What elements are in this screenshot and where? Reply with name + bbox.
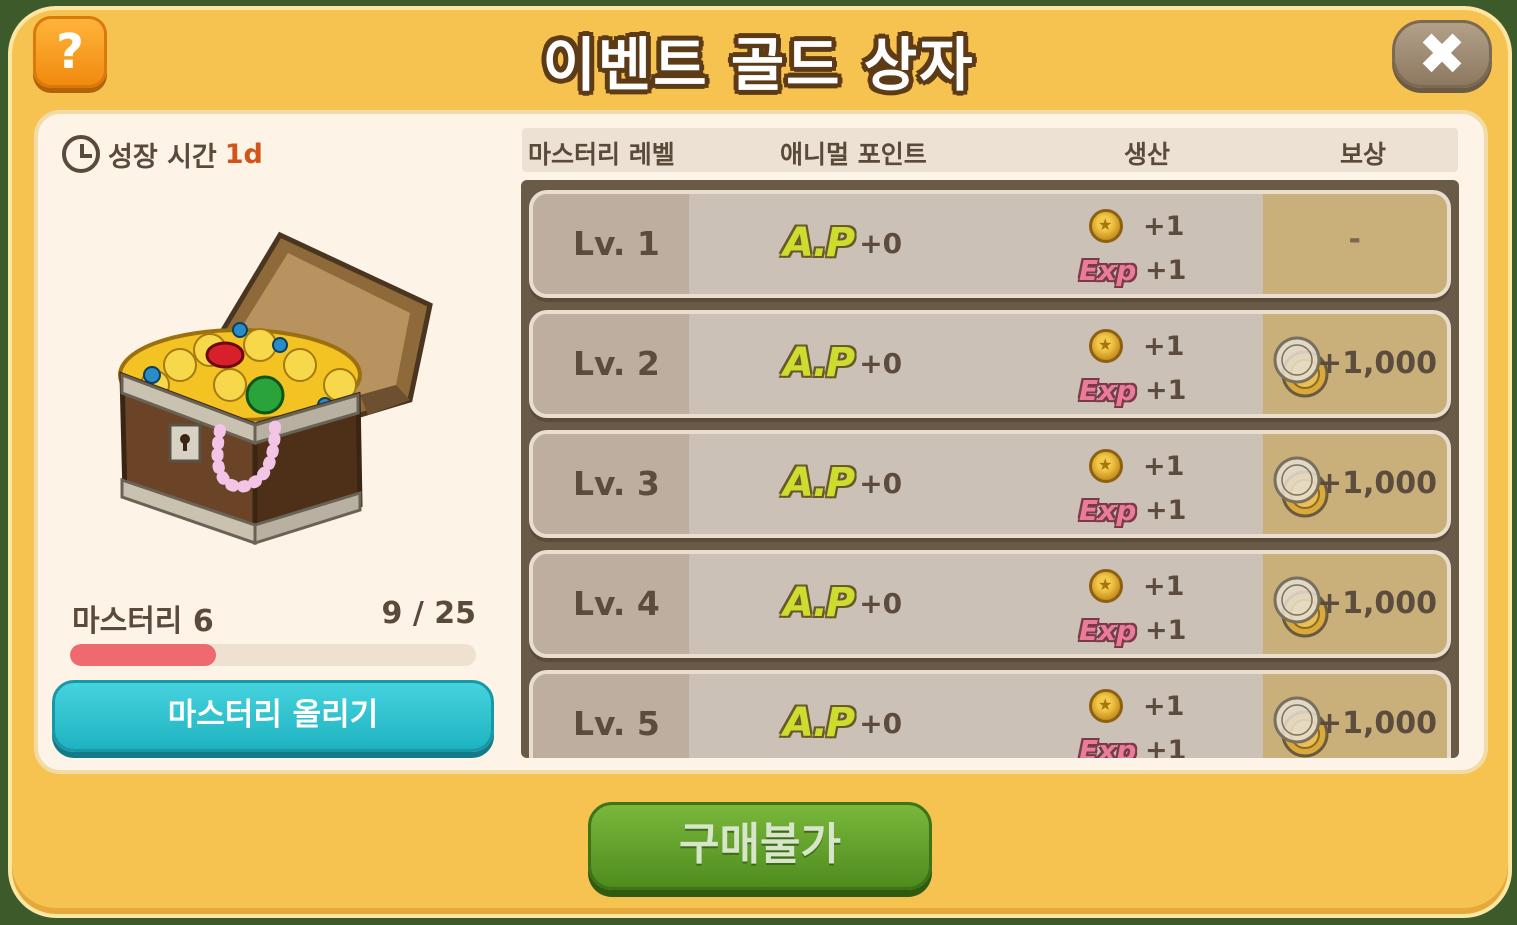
table-row: Lv. 3 A.P+0 +1Exp+1 +1,000 xyxy=(529,430,1451,538)
close-button[interactable]: ✖ xyxy=(1392,20,1492,88)
mastery-count: 9 / 25 xyxy=(381,596,476,631)
exp-icon: Exp xyxy=(1079,613,1137,647)
reward-value: +1,000 xyxy=(1316,706,1437,741)
header-animal-point: 애니멀 포인트 xyxy=(780,140,927,169)
reward-value: +1,000 xyxy=(1316,346,1437,381)
animal-point: A.P +0 xyxy=(783,220,902,266)
reward-value: - xyxy=(1348,222,1361,257)
ap-value: +0 xyxy=(859,346,903,380)
clock-icon xyxy=(62,135,100,173)
coin-production: +1 xyxy=(1143,330,1185,362)
table-row: Lv. 2 A.P+0 +1Exp+1 +1,000 xyxy=(529,310,1451,418)
ap-value: +0 xyxy=(859,706,903,740)
ap-logo-icon: A.P xyxy=(783,340,855,386)
header-production: 생산 xyxy=(1124,140,1171,169)
level-label: Lv. 5 xyxy=(573,704,660,743)
coin-production: +1 xyxy=(1143,690,1185,722)
production: +1Exp+1 xyxy=(1079,324,1186,412)
mastery-label: 마스터리 6 xyxy=(72,604,214,639)
table-header: 마스터리 레벨 애니멀 포인트 생산 보상 xyxy=(522,128,1458,172)
level-label: Lv. 2 xyxy=(573,344,660,383)
exp-icon: Exp xyxy=(1079,733,1137,759)
ap-value: +0 xyxy=(859,586,903,620)
exp-production: +1 xyxy=(1145,734,1187,759)
level-label: Lv. 1 xyxy=(573,224,660,263)
exp-production: +1 xyxy=(1145,374,1187,406)
growth-value: 1d xyxy=(224,138,263,170)
gold-coin-icon xyxy=(1089,569,1123,603)
production: +1Exp+1 xyxy=(1079,444,1186,532)
growth-label: 성장 시간 xyxy=(108,141,217,173)
mastery-progress-fill xyxy=(70,644,217,666)
gold-coin-icon xyxy=(1089,689,1123,723)
exp-icon: Exp xyxy=(1079,253,1137,287)
gold-coin-icon xyxy=(1089,209,1123,243)
exp-icon: Exp xyxy=(1079,493,1137,527)
exp-production: +1 xyxy=(1145,494,1187,526)
buy-button[interactable]: 구매불가 xyxy=(588,802,932,890)
exp-production: +1 xyxy=(1145,254,1187,286)
animal-point: A.P +0 xyxy=(783,460,902,506)
coin-production: +1 xyxy=(1143,450,1185,482)
table-row: Lv. 4 A.P+0 +1Exp+1 +1,000 xyxy=(529,550,1451,658)
exp-production: +1 xyxy=(1145,614,1187,646)
production: +1Exp+1 xyxy=(1079,204,1186,292)
header-mastery-level: 마스터리 레벨 xyxy=(528,140,675,169)
ap-logo-icon: A.P xyxy=(783,700,855,746)
gold-coin-icon xyxy=(1089,329,1123,363)
table-row: Lv. 1 A.P+0 +1Exp+1 - xyxy=(529,190,1451,298)
ap-value: +0 xyxy=(859,226,903,260)
coin-production: +1 xyxy=(1143,570,1185,602)
exp-icon: Exp xyxy=(1079,373,1137,407)
gold-coin-icon xyxy=(1089,449,1123,483)
animal-point: A.P +0 xyxy=(783,340,902,386)
animal-point: A.P +0 xyxy=(783,580,902,626)
production: +1Exp+1 xyxy=(1079,684,1186,758)
treasure-chest-icon xyxy=(118,231,433,546)
reward-value: +1,000 xyxy=(1316,466,1437,501)
ap-logo-icon: A.P xyxy=(783,220,855,266)
mastery-progress-bar xyxy=(70,644,476,666)
coin-production: +1 xyxy=(1143,210,1185,242)
mastery-info: 마스터리 6 9 / 25 xyxy=(72,596,476,640)
mastery-table[interactable]: Lv. 1A.P+0+1Exp+1-Lv. 2A.P+0+1Exp+1+1,00… xyxy=(521,180,1459,758)
growth-time: 성장 시간 1d xyxy=(62,134,263,174)
ap-logo-icon: A.P xyxy=(783,460,855,506)
mastery-up-button[interactable]: 마스터리 올리기 xyxy=(52,680,494,752)
table-row: Lv. 5A.P+0+1Exp+1+1,000 xyxy=(529,670,1451,758)
level-label: Lv. 3 xyxy=(573,464,660,503)
help-button[interactable]: ? xyxy=(33,16,107,88)
ap-value: +0 xyxy=(859,466,903,500)
reward-value: +1,000 xyxy=(1316,586,1437,621)
ap-logo-icon: A.P xyxy=(783,580,855,626)
animal-point: A.P +0 xyxy=(783,700,902,746)
popup-title: 이벤트 골드 상자 xyxy=(542,31,975,99)
production: +1Exp+1 xyxy=(1079,564,1186,652)
header-reward: 보상 xyxy=(1340,140,1387,169)
level-label: Lv. 4 xyxy=(573,584,660,623)
